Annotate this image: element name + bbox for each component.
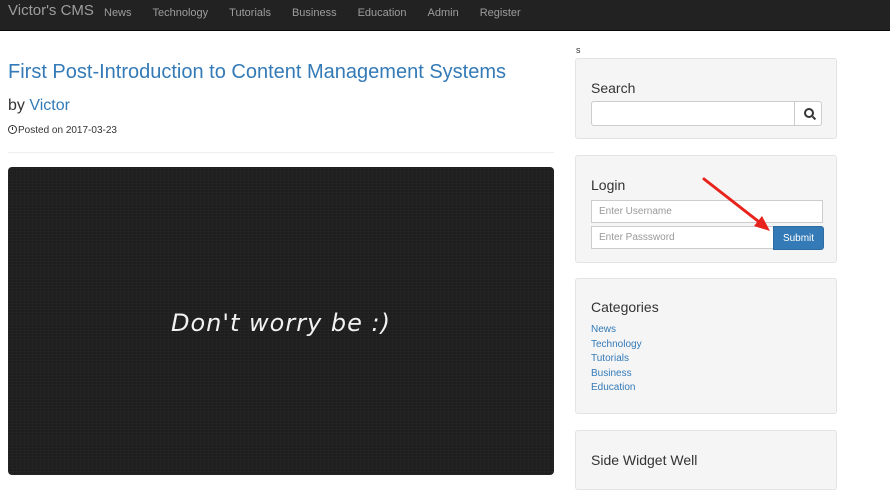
list-item: Tutorials xyxy=(591,352,642,367)
category-link-education[interactable]: Education xyxy=(591,382,635,393)
search-heading: Search xyxy=(591,80,636,96)
nav-link-technology[interactable]: Technology xyxy=(153,7,209,19)
categories-heading: Categories xyxy=(591,299,659,315)
side-widget-heading: Side Widget Well xyxy=(591,452,698,468)
search-button[interactable] xyxy=(794,101,822,126)
list-item: Technology xyxy=(591,338,642,353)
post-image-text: Don't worry be :) xyxy=(171,309,391,337)
list-item: News xyxy=(591,323,642,338)
search-input[interactable] xyxy=(591,101,795,126)
post-date: Posted on 2017-03-23 xyxy=(8,125,117,136)
nav-link-education[interactable]: Education xyxy=(358,7,407,19)
categories-well: Categories News Technology Tutorials Bus… xyxy=(575,278,837,414)
clock-icon xyxy=(8,125,17,134)
side-widget-well: Side Widget Well xyxy=(575,430,837,490)
post-byline: by Victor xyxy=(8,97,70,115)
category-link-news[interactable]: News xyxy=(591,324,616,335)
byline-prefix: by xyxy=(8,97,25,114)
submit-button[interactable]: Submit xyxy=(773,226,824,250)
post-date-text: Posted on 2017-03-23 xyxy=(18,125,117,136)
annotation-arrow-icon xyxy=(702,177,770,231)
login-heading: Login xyxy=(591,177,626,193)
category-link-tutorials[interactable]: Tutorials xyxy=(591,353,629,364)
post-title-link[interactable]: First Post-Introduction to Content Manag… xyxy=(8,61,506,84)
top-navbar: Victor's CMS News Technology Tutorials B… xyxy=(0,0,890,31)
category-link-business[interactable]: Business xyxy=(591,368,632,379)
nav-links: News Technology Tutorials Business Educa… xyxy=(104,7,542,19)
category-link-technology[interactable]: Technology xyxy=(591,339,642,350)
nav-link-news[interactable]: News xyxy=(104,7,132,19)
nav-link-admin[interactable]: Admin xyxy=(428,7,459,19)
categories-list: News Technology Tutorials Business Educa… xyxy=(591,323,642,396)
author-link[interactable]: Victor xyxy=(29,97,70,114)
list-item: Business xyxy=(591,367,642,382)
search-well: Search xyxy=(575,58,837,139)
divider xyxy=(8,152,554,153)
post-image: Don't worry be :) xyxy=(8,167,554,475)
search-icon xyxy=(804,108,814,118)
nav-link-business[interactable]: Business xyxy=(292,7,337,19)
list-item: Education xyxy=(591,381,642,396)
stray-text: s xyxy=(576,45,581,55)
brand-link[interactable]: Victor's CMS xyxy=(8,2,94,19)
nav-link-register[interactable]: Register xyxy=(480,7,521,19)
nav-link-tutorials[interactable]: Tutorials xyxy=(229,7,271,19)
